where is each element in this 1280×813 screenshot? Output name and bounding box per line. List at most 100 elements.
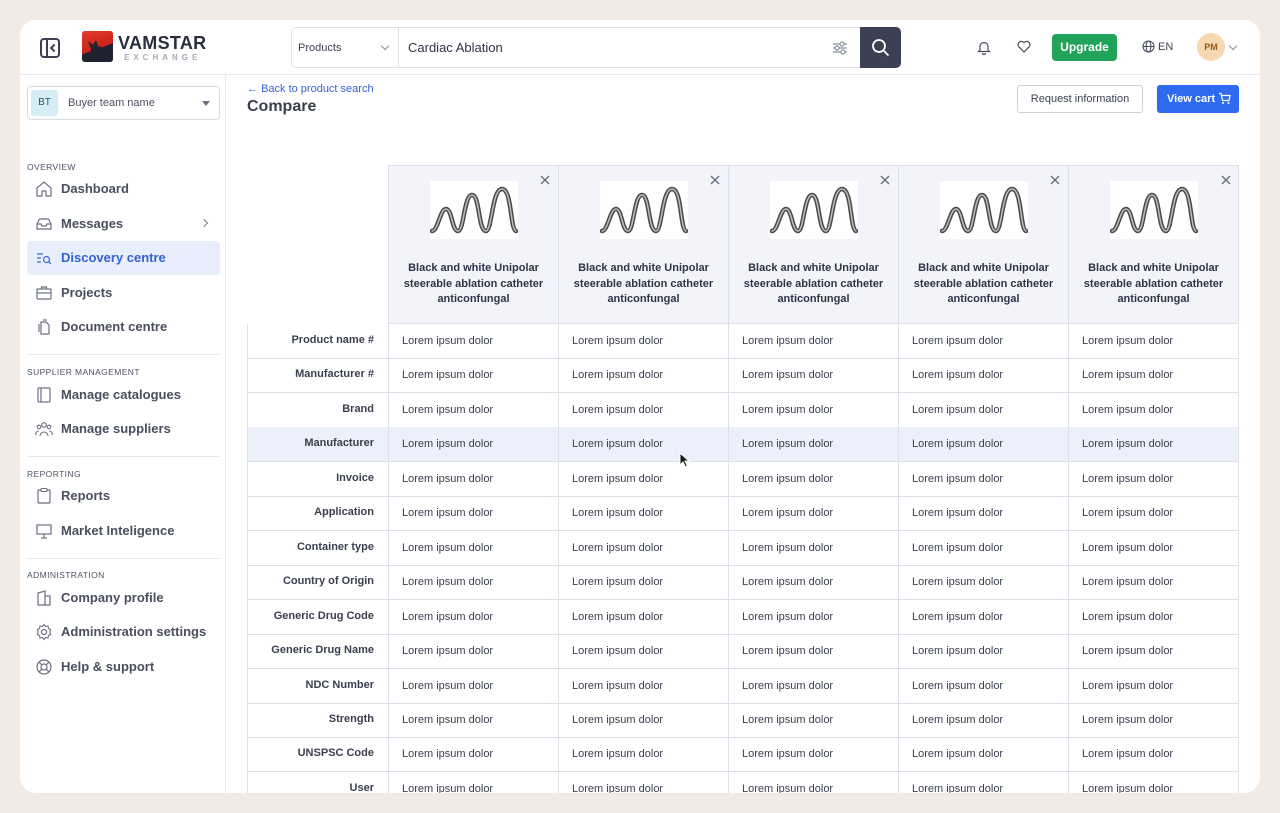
people-icon bbox=[35, 422, 53, 437]
view-cart-button[interactable]: View cart bbox=[1157, 85, 1239, 113]
table-cell: Lorem ipsum dolor bbox=[729, 324, 899, 358]
buyer-team-select[interactable]: BT Buyer team name bbox=[27, 86, 220, 120]
search-input[interactable] bbox=[400, 28, 820, 67]
collapse-sidebar-icon[interactable] bbox=[40, 38, 60, 58]
search-button[interactable] bbox=[860, 27, 901, 68]
back-link[interactable]: ← Back to product search bbox=[247, 83, 374, 95]
section-supplier-management: SUPPLIER MANAGEMENT bbox=[27, 367, 140, 377]
table-row[interactable]: Strength Lorem ipsum dolor Lorem ipsum dol… bbox=[247, 702, 1239, 738]
table-cell: Lorem ipsum dolor bbox=[559, 599, 729, 634]
table-cell: Lorem ipsum dolor bbox=[559, 737, 729, 772]
row-label: Strength bbox=[248, 702, 389, 737]
product-name[interactable]: Black and white Unipolar steerable ablat… bbox=[737, 261, 890, 308]
product-column-header: Black and white Unipolar steerable ablat… bbox=[388, 165, 558, 324]
language-label: EN bbox=[1158, 41, 1174, 53]
search-category-select[interactable]: Products bbox=[292, 28, 399, 67]
product-name[interactable]: Black and white Unipolar steerable ablat… bbox=[1077, 261, 1230, 308]
table-cell: Lorem ipsum dolor bbox=[1082, 507, 1174, 520]
filter-sliders-icon[interactable] bbox=[832, 40, 848, 56]
remove-product-close-icon[interactable] bbox=[1220, 174, 1232, 186]
product-image[interactable] bbox=[770, 181, 858, 239]
upgrade-button[interactable]: Upgrade bbox=[1052, 34, 1117, 61]
row-label: Brand bbox=[248, 392, 389, 427]
app-window: VAMSTAR EXCHANGE Products Cardiac Ablati… bbox=[20, 20, 1260, 793]
sidebar-item-manage-catalogues[interactable]: Manage catalogues bbox=[27, 378, 220, 412]
sidebar-item-messages[interactable]: Messages bbox=[27, 207, 220, 241]
table-cell: Lorem ipsum dolor bbox=[1082, 748, 1174, 761]
table-row[interactable]: Application Lorem ipsum dolor Lorem ipsum … bbox=[247, 496, 1239, 532]
cart-icon bbox=[1219, 92, 1231, 104]
sidebar-item-company-profile[interactable]: Company profile bbox=[27, 581, 220, 615]
product-image[interactable] bbox=[600, 181, 688, 239]
table-row[interactable]: Manufacturer # Lorem ipsum dolor Lorem ips… bbox=[247, 358, 1239, 394]
sidebar-item-label: Manage suppliers bbox=[61, 421, 171, 436]
table-row[interactable]: Brand Lorem ipsum dolor Lorem ipsum dolor L… bbox=[247, 392, 1239, 428]
sidebar-item-market-intelligence[interactable]: Market Inteligence bbox=[27, 514, 220, 548]
product-name[interactable]: Black and white Unipolar steerable ablat… bbox=[397, 261, 550, 308]
table-cell: Lorem ipsum dolor bbox=[389, 358, 559, 393]
wolf-logo-icon bbox=[82, 31, 113, 62]
table-cell: Lorem ipsum dolor bbox=[389, 771, 559, 793]
table-cell: Lorem ipsum dolor bbox=[389, 324, 559, 358]
table-cell: Lorem ipsum dolor bbox=[559, 565, 729, 600]
table-row[interactable]: UNSPSC Code Lorem ipsum dolor Lorem ipsum … bbox=[247, 737, 1239, 773]
row-label: Container type bbox=[248, 530, 389, 565]
table-cell: Lorem ipsum dolor bbox=[389, 565, 559, 600]
search-icon bbox=[872, 39, 890, 57]
sidebar-item-reports[interactable]: Reports bbox=[27, 479, 220, 513]
request-information-button[interactable]: Request information bbox=[1017, 85, 1143, 113]
sidebar-item-administration-settings[interactable]: Administration settings bbox=[27, 615, 220, 649]
table-cell: Lorem ipsum dolor bbox=[729, 771, 899, 793]
section-overview: OVERVIEW bbox=[27, 162, 76, 172]
sidebar-item-document-centre[interactable]: Document centre bbox=[27, 310, 220, 344]
chevron-down-icon[interactable] bbox=[1228, 41, 1238, 51]
table-cell: Lorem ipsum dolor bbox=[899, 427, 1069, 462]
table-row[interactable]: Generic Drug Name Lorem ipsum dolor Lorem … bbox=[247, 634, 1239, 670]
bell-icon[interactable] bbox=[977, 40, 991, 55]
sidebar: BT Buyer team name OVERVIEW Dashboard Me… bbox=[20, 75, 226, 793]
table-row[interactable]: Container type Lorem ipsum dolor Lorem ips… bbox=[247, 530, 1239, 566]
sidebar-item-projects[interactable]: Projects bbox=[27, 276, 220, 310]
table-row[interactable]: NDC Number Lorem ipsum dolor Lorem ipsum d… bbox=[247, 668, 1239, 704]
table-row[interactable]: Country of Origin Lorem ipsum dolor Lorem … bbox=[247, 565, 1239, 601]
sidebar-item-discovery-centre[interactable]: Discovery centre bbox=[27, 241, 220, 275]
table-cell: Lorem ipsum dolor bbox=[1082, 713, 1174, 726]
table-cell: Lorem ipsum dolor bbox=[559, 496, 729, 531]
table-row[interactable]: Product name # Lorem ipsum dolor Lorem ips… bbox=[247, 324, 1239, 359]
table-row[interactable]: User Lorem ipsum dolor Lorem ipsum dolor Lo… bbox=[247, 771, 1239, 793]
sidebar-item-label: Reports bbox=[61, 488, 111, 503]
product-name[interactable]: Black and white Unipolar steerable ablat… bbox=[567, 261, 720, 308]
sidebar-item-help-support[interactable]: Help & support bbox=[27, 650, 220, 684]
remove-product-close-icon[interactable] bbox=[879, 174, 891, 186]
team-badge: BT bbox=[31, 90, 58, 116]
product-image[interactable] bbox=[430, 181, 518, 239]
remove-product-close-icon[interactable] bbox=[1049, 174, 1061, 186]
table-cell: Lorem ipsum dolor bbox=[729, 530, 899, 565]
product-column-header: Black and white Unipolar steerable ablat… bbox=[898, 165, 1068, 324]
row-label: NDC Number bbox=[248, 668, 389, 703]
building-icon bbox=[37, 590, 51, 606]
table-cell: Lorem ipsum dolor bbox=[899, 634, 1069, 669]
clipboard-icon bbox=[37, 487, 51, 504]
product-column-header: Black and white Unipolar steerable ablat… bbox=[1068, 165, 1239, 324]
product-image[interactable] bbox=[940, 181, 1028, 239]
avatar[interactable]: PM bbox=[1197, 33, 1225, 61]
sidebar-item-dashboard[interactable]: Dashboard bbox=[27, 172, 220, 206]
heart-icon[interactable] bbox=[1017, 40, 1031, 53]
table-cell: Lorem ipsum dolor bbox=[729, 565, 899, 600]
section-reporting: REPORTING bbox=[27, 469, 81, 479]
table-cell: Lorem ipsum dolor bbox=[559, 771, 729, 793]
logo[interactable]: VAMSTAR EXCHANGE bbox=[82, 31, 206, 63]
table-row[interactable]: Invoice Lorem ipsum dolor Lorem ipsum dolo… bbox=[247, 461, 1239, 497]
table-row[interactable]: Manufacturer Lorem ipsum dolor Lorem ipsum… bbox=[247, 427, 1239, 463]
table-row[interactable]: Generic Drug Code Lorem ipsum dolor Lorem … bbox=[247, 599, 1239, 635]
briefcase-icon bbox=[36, 286, 52, 300]
table-cell: Lorem ipsum dolor bbox=[389, 392, 559, 427]
sidebar-item-manage-suppliers[interactable]: Manage suppliers bbox=[27, 412, 220, 446]
remove-product-close-icon[interactable] bbox=[539, 174, 551, 186]
product-name[interactable]: Black and white Unipolar steerable ablat… bbox=[907, 261, 1060, 308]
product-image[interactable] bbox=[1110, 181, 1198, 239]
table-cell: Lorem ipsum dolor bbox=[1082, 438, 1174, 451]
table-cell: Lorem ipsum dolor bbox=[729, 358, 899, 393]
remove-product-close-icon[interactable] bbox=[709, 174, 721, 186]
